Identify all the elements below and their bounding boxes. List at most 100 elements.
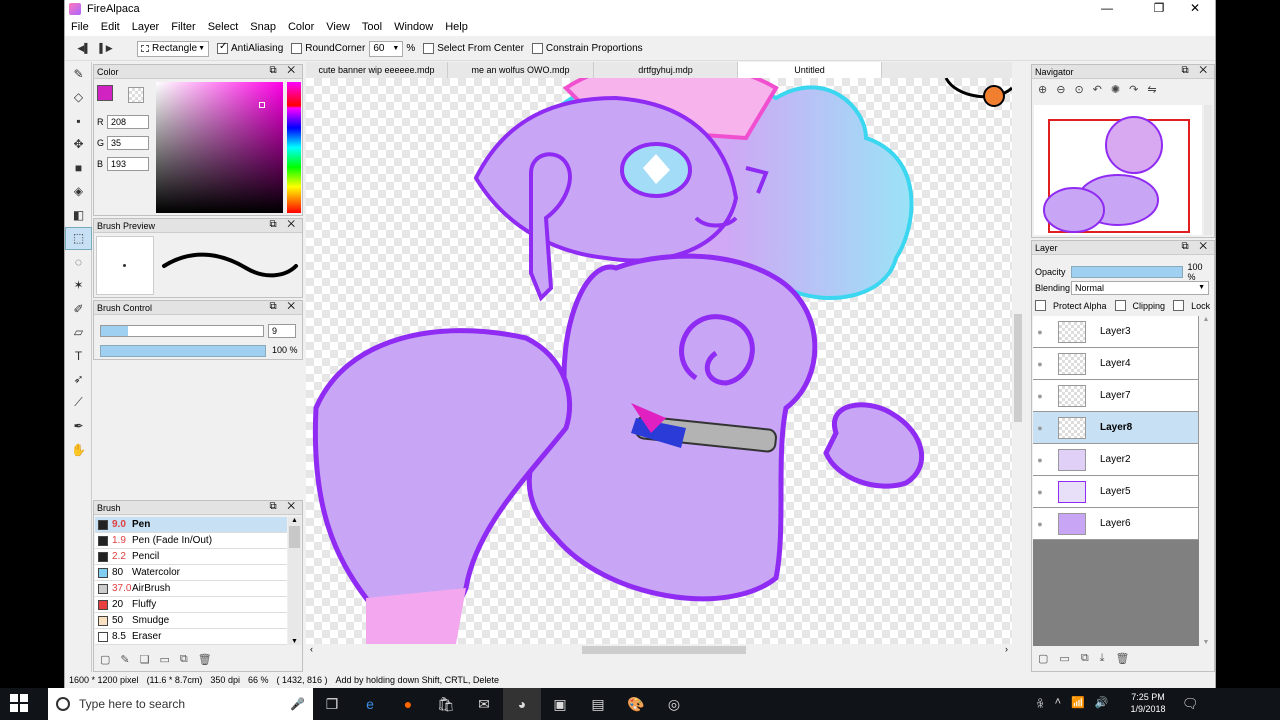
taskbar-search-box[interactable]: Type here to search 🎤 [48,688,313,720]
vertical-scroll-thumb[interactable] [1014,314,1022,422]
visibility-icon[interactable]: ● [1033,519,1047,529]
navigator-preview[interactable] [1034,105,1202,235]
select-from-center-toggle[interactable]: Select From Center [423,43,524,54]
menu-color[interactable]: Color [282,21,320,33]
store-icon[interactable]: 🛍 [427,688,465,720]
tab-wolfus[interactable]: me an wolfus OWO.mdp [448,62,594,78]
antialiasing-toggle[interactable]: AntiAliasing [217,41,283,54]
operation-tool-icon[interactable]: ➶ [65,368,92,392]
antialiasing-checkbox[interactable] [217,41,228,54]
menu-help[interactable]: Help [439,21,474,33]
edge-browser-icon[interactable]: e [351,688,389,720]
app-taskbar-icon-3[interactable]: ◎ [655,688,693,720]
visibility-icon[interactable]: ● [1033,455,1047,465]
taskbar-clock[interactable]: 7:25 PM 1/9/2018 [1124,691,1172,715]
rotate-right-icon[interactable]: ↷ [1129,83,1138,96]
layer-item-layer2[interactable]: ● Layer2 [1033,444,1199,476]
canvas-horizontal-scrollbar[interactable]: ‹ › [306,644,1012,656]
menu-file[interactable]: File [65,21,95,33]
folder-icon[interactable]: ▭ [160,653,170,666]
edit-brush-icon[interactable]: ✎ [120,653,129,666]
horizontal-scroll-thumb[interactable] [582,646,746,654]
transparent-color-swatch[interactable] [128,87,144,103]
notifications-icon[interactable]: 🗨 [1182,696,1199,712]
panel-buttons[interactable]: ⧉ ✕ [269,219,299,230]
panel-buttons[interactable]: ⧉ ✕ [269,501,299,512]
blending-select[interactable]: Normal ▼ [1071,281,1209,295]
brush-item-pen-fade[interactable]: 1.9 Pen (Fade In/Out) [95,533,287,549]
opacity-slider[interactable] [1070,266,1183,278]
scroll-left-icon[interactable]: ‹ [310,644,313,654]
r-input[interactable]: 208 [107,115,149,129]
constrain-proportions-checkbox[interactable] [531,43,543,54]
layer-item-layer3[interactable]: ● Layer3 [1033,316,1199,348]
panel-buttons[interactable]: ⧉ ✕ [269,301,299,312]
gradient-tool-icon[interactable]: ◧ [65,203,92,227]
tab-untitled[interactable]: Untitled [738,62,882,78]
scroll-down-icon[interactable]: ▼ [1200,639,1212,646]
scroll-up-icon[interactable]: ▲ [288,517,301,524]
menu-select[interactable]: Select [202,21,245,33]
visibility-icon[interactable]: ● [1033,359,1047,369]
pen-tool-icon[interactable]: ✎ [65,62,92,86]
brush-list-scrollbar[interactable]: ▲ ▼ [288,517,301,645]
roundcorner-checkbox[interactable] [291,43,303,54]
new-brush-icon[interactable]: ▢ [100,653,110,666]
roundcorner-toggle[interactable]: RoundCorner [291,43,365,54]
menu-filter[interactable]: Filter [165,21,201,33]
firealpaca-taskbar-icon[interactable]: ◕ [503,688,541,720]
zoom-out-icon[interactable]: ⊖ [1056,83,1065,96]
scroll-down-icon[interactable]: ▼ [288,638,301,645]
tab-drtfgyhuj[interactable]: drtfgyhuj.mdp [594,62,738,78]
app-taskbar-icon-1[interactable]: ▣ [541,688,579,720]
tab-cute-banner[interactable]: cute banner wip eeeeee.mdp [306,62,448,78]
lasso-tool-icon[interactable]: ◌ [65,250,92,274]
visibility-icon[interactable]: ● [1033,327,1047,337]
eyedropper-tool-icon[interactable]: ✒ [65,415,92,439]
rotate-reset-icon[interactable]: ✺ [1111,83,1120,96]
windows-start-icon[interactable] [10,694,30,714]
zoom-in-icon[interactable]: ⊕ [1038,83,1047,96]
people-icon[interactable]: ꆜ [1036,696,1045,711]
saturation-value-picker[interactable] [156,82,283,213]
brush-item-pen[interactable]: 9.0 Pen [95,517,287,533]
dot-tool-icon[interactable]: ▪ [65,109,92,133]
brush-item-eraser[interactable]: 8.5 Eraser [95,629,287,645]
visibility-icon[interactable]: ● [1033,487,1047,497]
shape-select[interactable]: Rectangle ▼ [137,40,209,57]
fill-tool-icon[interactable]: ◈ [65,180,92,204]
visibility-icon[interactable]: ● [1033,391,1047,401]
protect-alpha-checkbox[interactable] [1035,300,1046,311]
duplicate-brush-icon[interactable]: ❏ [140,653,150,666]
panel-buttons[interactable]: ⧉ ✕ [1181,241,1211,252]
magic-wand-tool-icon[interactable]: ✶ [65,274,92,298]
scroll-up-icon[interactable]: ▲ [1200,316,1212,323]
constrain-proportions-toggle[interactable]: Constrain Proportions [531,43,643,54]
flip-icon[interactable]: ⇋ [1147,83,1156,96]
menu-edit[interactable]: Edit [95,21,126,33]
move-tool-icon[interactable]: ✥ [65,133,92,157]
menu-snap[interactable]: Snap [244,21,282,33]
layer-item-layer6[interactable]: ● Layer6 [1033,508,1199,540]
layer-item-layer4[interactable]: ● Layer4 [1033,348,1199,380]
select-tool-icon[interactable]: ⬚ [65,226,92,250]
hue-slider[interactable] [287,82,301,213]
navigator-scrollbar[interactable] [1204,105,1212,235]
menu-tool[interactable]: Tool [356,21,388,33]
collapse-left-icon[interactable]: ◀▌ [73,43,95,54]
firefox-icon[interactable]: ● [389,688,427,720]
delete-brush-icon[interactable]: 🗑 [198,653,212,666]
layer-item-layer7[interactable]: ● Layer7 [1033,380,1199,412]
menu-layer[interactable]: Layer [126,21,166,33]
scroll-right-icon[interactable]: › [1005,644,1008,654]
copy-brush-icon[interactable]: ⧉ [180,653,188,666]
app-taskbar-icon-2[interactable]: ▤ [579,688,617,720]
brush-item-watercolor[interactable]: 80 Watercolor [95,565,287,581]
b-input[interactable]: 193 [107,157,149,171]
menu-view[interactable]: View [320,21,356,33]
hand-tool-icon[interactable]: ✋ [65,438,92,462]
brush-item-smudge[interactable]: 50 Smudge [95,613,287,629]
brush-size-input[interactable]: 9 [268,324,296,338]
task-view-icon[interactable]: ❐ [313,688,351,720]
brush-opacity-slider[interactable] [100,345,266,357]
